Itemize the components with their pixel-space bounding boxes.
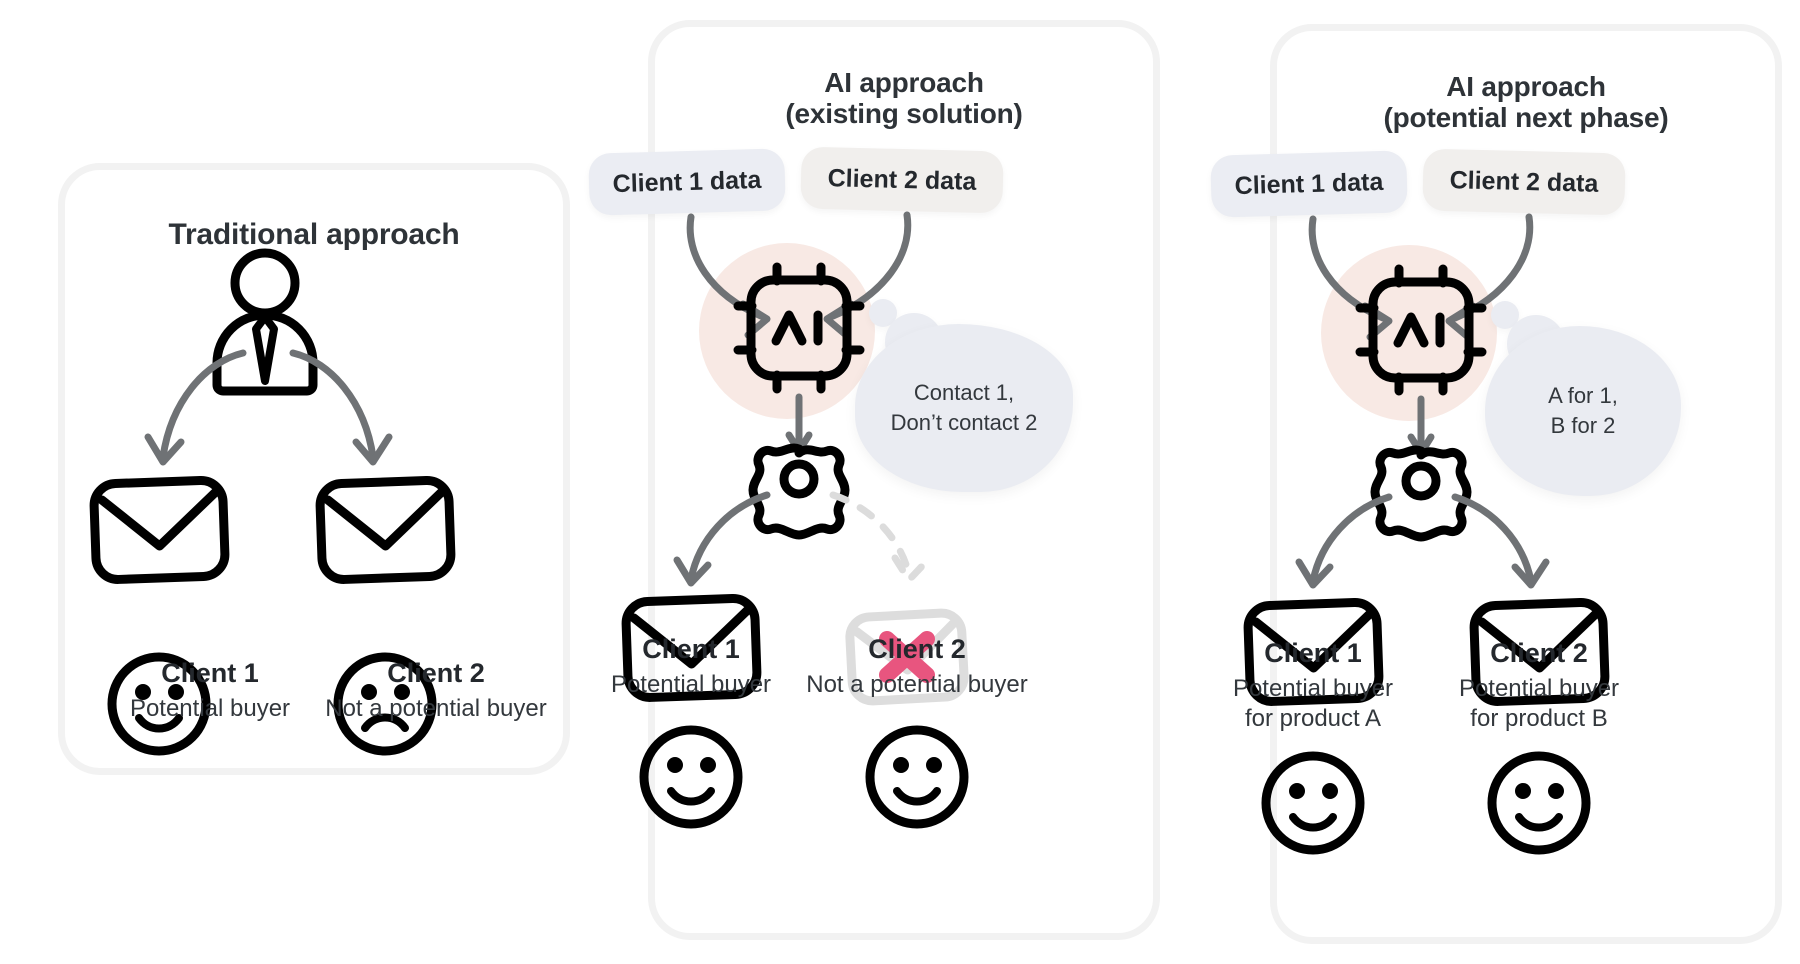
face-icon-happy-client-1: [639, 725, 743, 829]
data-pill-client-2[interactable]: Client 2 data: [800, 146, 1004, 214]
client-name-2: Client 2: [387, 658, 485, 688]
ai-chip-blob: [699, 243, 875, 419]
panel-title-next-main: AI approach: [1446, 71, 1606, 102]
ai-chip-blob: [1321, 245, 1497, 421]
thought-bubble-next: A for 1, B for 2: [1485, 326, 1681, 496]
data-pill-client-1[interactable]: Client 1 data: [588, 148, 786, 216]
arrow-gear-to-envelope-2-muted: [829, 491, 929, 584]
client-name-1: Client 1: [1264, 638, 1362, 668]
envelope-icon-client-2: [315, 476, 456, 584]
face-icon-happy-client-1: [1261, 751, 1365, 855]
panel-title-existing-sub: (existing solution): [785, 98, 1023, 130]
diagram-canvas: Traditional approach Client 1 Potential …: [0, 0, 1800, 964]
client-desc-2: Not a potential buyer: [806, 671, 1028, 698]
panel-traditional-approach: Traditional approach Client 1 Potential …: [58, 163, 570, 775]
envelope-icon-client-1: [89, 476, 230, 584]
arrow-person-to-mail-1: [144, 349, 247, 466]
panel-title-traditional: Traditional approach: [168, 218, 460, 251]
face-icon-happy-client-2: [1487, 751, 1591, 855]
client-name-2: Client 2: [868, 634, 966, 664]
thought-bubble-line-1: A for 1,: [1548, 383, 1618, 409]
panel-title-existing-main: AI approach: [824, 67, 984, 98]
thought-bubble-line-2: Don’t contact 2: [890, 410, 1038, 435]
thought-bubble-line-2: B for 2: [1550, 413, 1616, 438]
panel-ai-potential-next-phase: AI approach (potential next phase) Clien…: [1210, 24, 1782, 944]
person-icon: [212, 248, 318, 396]
arrow-gear-to-envelope-2: [1451, 493, 1550, 589]
face-icon-happy-client-2: [865, 725, 969, 829]
client-desc-1: Potential buyer: [129, 695, 291, 722]
client-desc-2: Not a potential buyer: [325, 695, 547, 722]
arrow-gear-to-envelope-1: [673, 491, 771, 587]
panel-ai-existing-solution: AI approach (existing solution) Client 1…: [588, 20, 1160, 940]
arrow-person-to-mail-2: [289, 349, 393, 466]
thought-bubble-line-1: Contact 1,: [913, 380, 1015, 406]
client-desc-1: Potential buyer for product A: [1232, 675, 1394, 732]
data-pill-client-1[interactable]: Client 1 data: [1210, 150, 1408, 218]
gear-icon: [1370, 445, 1472, 542]
client-name-1: Client 1: [642, 634, 740, 664]
panel-title-next-sub: (potential next phase): [1383, 102, 1669, 134]
client-desc-2: Potential buyer for product B: [1458, 675, 1620, 732]
arrow-gear-to-envelope-1: [1295, 493, 1393, 589]
data-pill-client-2[interactable]: Client 2 data: [1422, 148, 1626, 216]
client-desc-1: Potential buyer: [610, 671, 772, 698]
gear-icon: [748, 443, 850, 540]
panel-title-next: AI approach (potential next phase): [1277, 71, 1775, 134]
thought-bubble-existing: Contact 1, Don’t contact 2: [855, 324, 1073, 492]
client-name-2: Client 2: [1490, 638, 1588, 668]
client-name-1: Client 1: [161, 658, 259, 688]
panel-title-existing: AI approach (existing solution): [655, 67, 1153, 130]
